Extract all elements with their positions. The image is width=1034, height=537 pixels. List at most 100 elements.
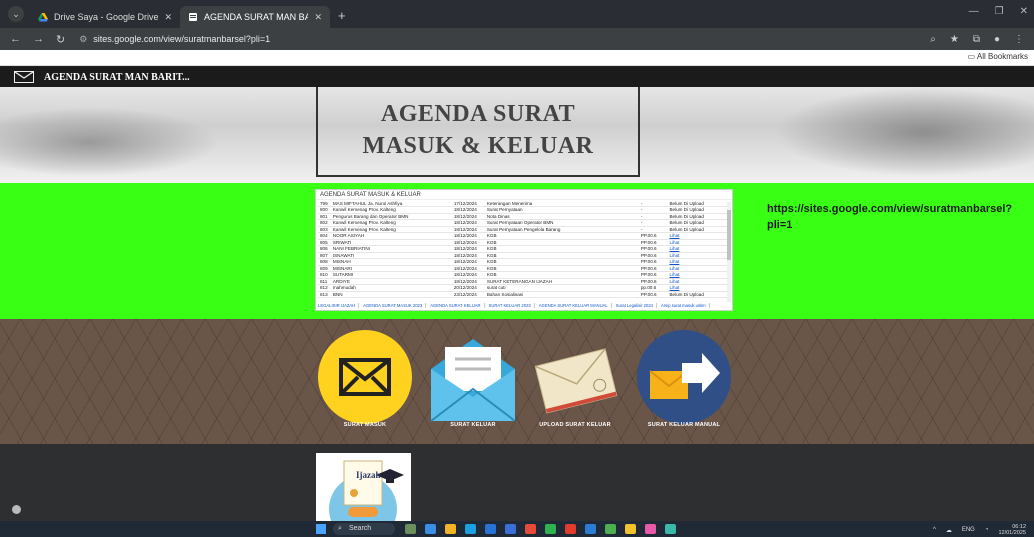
whatsapp-icon[interactable] xyxy=(545,524,556,534)
tab-agenda-surat[interactable]: AGENDA SURAT MAN BARITO ✕ xyxy=(180,6,330,28)
back-arrow-icon[interactable]: ← xyxy=(10,33,21,46)
app-icon[interactable] xyxy=(585,524,596,534)
site-header-bar: AGENDA SURAT MAN BARIT... xyxy=(0,67,1034,87)
hero-title-line-1: AGENDA SURAT xyxy=(380,101,576,127)
parcel-envelope-icon[interactable] xyxy=(527,329,623,425)
forward-arrow-icon[interactable]: → xyxy=(33,33,44,46)
table-cell: 813 xyxy=(318,291,331,298)
app-icon[interactable] xyxy=(525,524,536,534)
sheet-tab[interactable]: LEGALISIR IJAZAH xyxy=(318,303,360,308)
nav-buttons: ← → ↻ xyxy=(10,33,65,46)
table-cell: Bahan Sosialisasi xyxy=(484,291,639,298)
tab-strip: ⌄ Drive Saya - Google Drive ✕ AGENDA SUR… xyxy=(0,0,1034,28)
hero-banner: AGENDA SURAT MASUK & KELUAR xyxy=(0,87,1034,183)
profile-avatar-icon[interactable]: ● xyxy=(994,34,1000,45)
hero-background-shape xyxy=(774,87,1034,177)
browser-window: ⌄ Drive Saya - Google Drive ✕ AGENDA SUR… xyxy=(0,0,1034,537)
hero-background-shape xyxy=(0,107,220,177)
upload-surat-keluar-label[interactable]: UPLOAD SURAT KELUAR xyxy=(515,422,635,428)
zoom-icon[interactable]: ⌕ xyxy=(930,34,936,45)
site-settings-icon[interactable] xyxy=(12,505,21,514)
table-cell: Belum Di Upload xyxy=(667,291,728,298)
app-icon[interactable] xyxy=(605,524,616,534)
ijazah-text: Ijazah xyxy=(356,470,381,480)
bookmark-star-icon[interactable]: ★ xyxy=(950,34,959,45)
clock[interactable]: 06:12 12/01/2025 xyxy=(998,524,1026,536)
sheet-tab[interactable]: AGENDA SURAT MASUK 2023 xyxy=(363,303,427,308)
taskbar-search[interactable]: ⌕ Search xyxy=(333,523,395,535)
sheet-tab[interactable]: AGENDA SURAT KELUAR xyxy=(430,303,485,308)
chrome-icon[interactable] xyxy=(625,524,636,534)
ijazah-illustration-icon xyxy=(329,460,404,521)
windows-start-icon[interactable] xyxy=(316,524,326,534)
send-mail-icon[interactable] xyxy=(636,329,732,425)
site-logo-envelope-icon[interactable] xyxy=(14,71,34,83)
hero-title-line-2: MASUK & KELUAR xyxy=(362,133,594,159)
edge-browser-icon[interactable] xyxy=(465,524,476,534)
surat-keluar-manual-label[interactable]: SURAT KELUAR MANUAL xyxy=(624,422,744,428)
close-tab-icon[interactable]: ✕ xyxy=(164,12,172,23)
hero-title-box: AGENDA SURAT MASUK & KELUAR xyxy=(316,87,640,177)
footer-section xyxy=(0,444,1034,521)
reload-icon[interactable]: ↻ xyxy=(56,33,65,46)
system-tray: ^ ☁ ENG ◔ 06:12 12/01/2025 xyxy=(933,524,1026,536)
url-text: sites.google.com/view/suratmanbarsel?pli… xyxy=(93,34,271,44)
task-view-icon[interactable] xyxy=(425,524,436,534)
menu-kebab-icon[interactable]: ⋮ xyxy=(1014,34,1024,45)
app-icon[interactable] xyxy=(565,524,576,534)
tab-title: AGENDA SURAT MAN BARITO xyxy=(204,12,309,22)
table-cell: PP.00.6 xyxy=(638,291,668,298)
minimize-icon[interactable]: — xyxy=(969,6,979,17)
sheet-tab[interactable]: Arsip surat masuk uskm xyxy=(661,303,710,308)
tab-title: Drive Saya - Google Drive xyxy=(54,12,159,22)
open-letter-icon[interactable] xyxy=(425,329,521,425)
windows-taskbar: ⌕ Search ^ ☁ ENG ◔ 06:12 12/01/2025 xyxy=(0,521,1034,537)
site-link-text[interactable]: https://sites.google.com/view/suratmanba… xyxy=(767,201,1017,233)
google-drive-icon xyxy=(38,13,48,22)
sheet-tab[interactable]: AGENDA SURAT KELUAR MANUAL xyxy=(539,303,612,308)
folder-icon: ▭ xyxy=(967,52,977,61)
store-icon[interactable] xyxy=(485,524,496,534)
sheet-table: 799 MAS MIFTAHUL Ja. Nurul Ashfiya 17/12/2… xyxy=(318,200,728,298)
window-controls: — ❐ ✕ xyxy=(969,6,1028,17)
widgets-icon[interactable] xyxy=(405,524,416,534)
table-cell: 23/12/2024 xyxy=(451,291,485,298)
toolbar-right: ⌕ ★ ⧉ ● ⋮ xyxy=(930,34,1024,45)
tab-google-drive[interactable]: Drive Saya - Google Drive ✕ xyxy=(30,6,180,28)
language-indicator[interactable]: ENG xyxy=(962,527,975,533)
file-explorer-icon[interactable] xyxy=(445,524,456,534)
address-toolbar: ← → ↻ ⚙ sites.google.com/view/suratmanba… xyxy=(0,28,1034,50)
sheet-tab[interactable]: Surat Legalisir 2024 xyxy=(616,303,657,308)
close-tab-icon[interactable]: ✕ xyxy=(314,12,322,23)
site-title[interactable]: AGENDA SURAT MAN BARIT... xyxy=(44,72,190,83)
ijazah-image[interactable]: Ijazah xyxy=(316,453,411,521)
new-tab-plus-icon[interactable]: + xyxy=(338,8,346,23)
restore-icon[interactable]: ❐ xyxy=(995,6,1004,17)
extensions-icon[interactable]: ⧉ xyxy=(973,34,980,45)
cloud-icon[interactable]: ☁ xyxy=(946,527,952,534)
all-bookmarks-button[interactable]: ▭ All Bookmarks xyxy=(968,52,1028,61)
chevron-up-icon[interactable]: ^ xyxy=(933,527,936,533)
app-icon[interactable] xyxy=(665,524,676,534)
app-icon[interactable] xyxy=(645,524,656,534)
sheet-tab[interactable]: SURAT KELUAR 2023 xyxy=(489,303,535,308)
surat-masuk-label[interactable]: SURAT MASUK xyxy=(305,422,425,428)
embedded-spreadsheet[interactable]: AGENDA SURAT MASUK & KELUAR 799 MAS MIFTA… xyxy=(315,189,733,311)
tab-search-icon[interactable]: ⌄ xyxy=(8,6,24,22)
google-sites-icon xyxy=(189,13,197,21)
wifi-volume-icon[interactable]: ◔ xyxy=(985,527,989,533)
table-cell: BNN xyxy=(330,291,452,298)
taskbar-apps xyxy=(405,524,676,534)
site-info-icon[interactable]: ⚙ xyxy=(79,34,87,45)
sheet-tab-strip: LEGALISIR IJAZAH AGENDA SURAT MASUK 2023 A… xyxy=(318,303,710,308)
sheet-scrollbar[interactable] xyxy=(727,202,731,302)
close-window-icon[interactable]: ✕ xyxy=(1020,6,1028,17)
url-bar[interactable]: ⚙ sites.google.com/view/suratmanbarsel?p… xyxy=(79,34,270,45)
taskbar-search-text: Search xyxy=(349,525,372,532)
clock-date: 12/01/2025 xyxy=(998,530,1026,536)
all-bookmarks-label: All Bookmarks xyxy=(976,52,1028,61)
mail-envelope-icon[interactable] xyxy=(317,329,413,425)
word-icon[interactable] xyxy=(505,524,516,534)
sheet-title: AGENDA SURAT MASUK & KELUAR xyxy=(316,190,732,200)
table-row: 813 BNN 23/12/2024 Bahan Sosialisasi PP.00.6… xyxy=(318,291,728,298)
